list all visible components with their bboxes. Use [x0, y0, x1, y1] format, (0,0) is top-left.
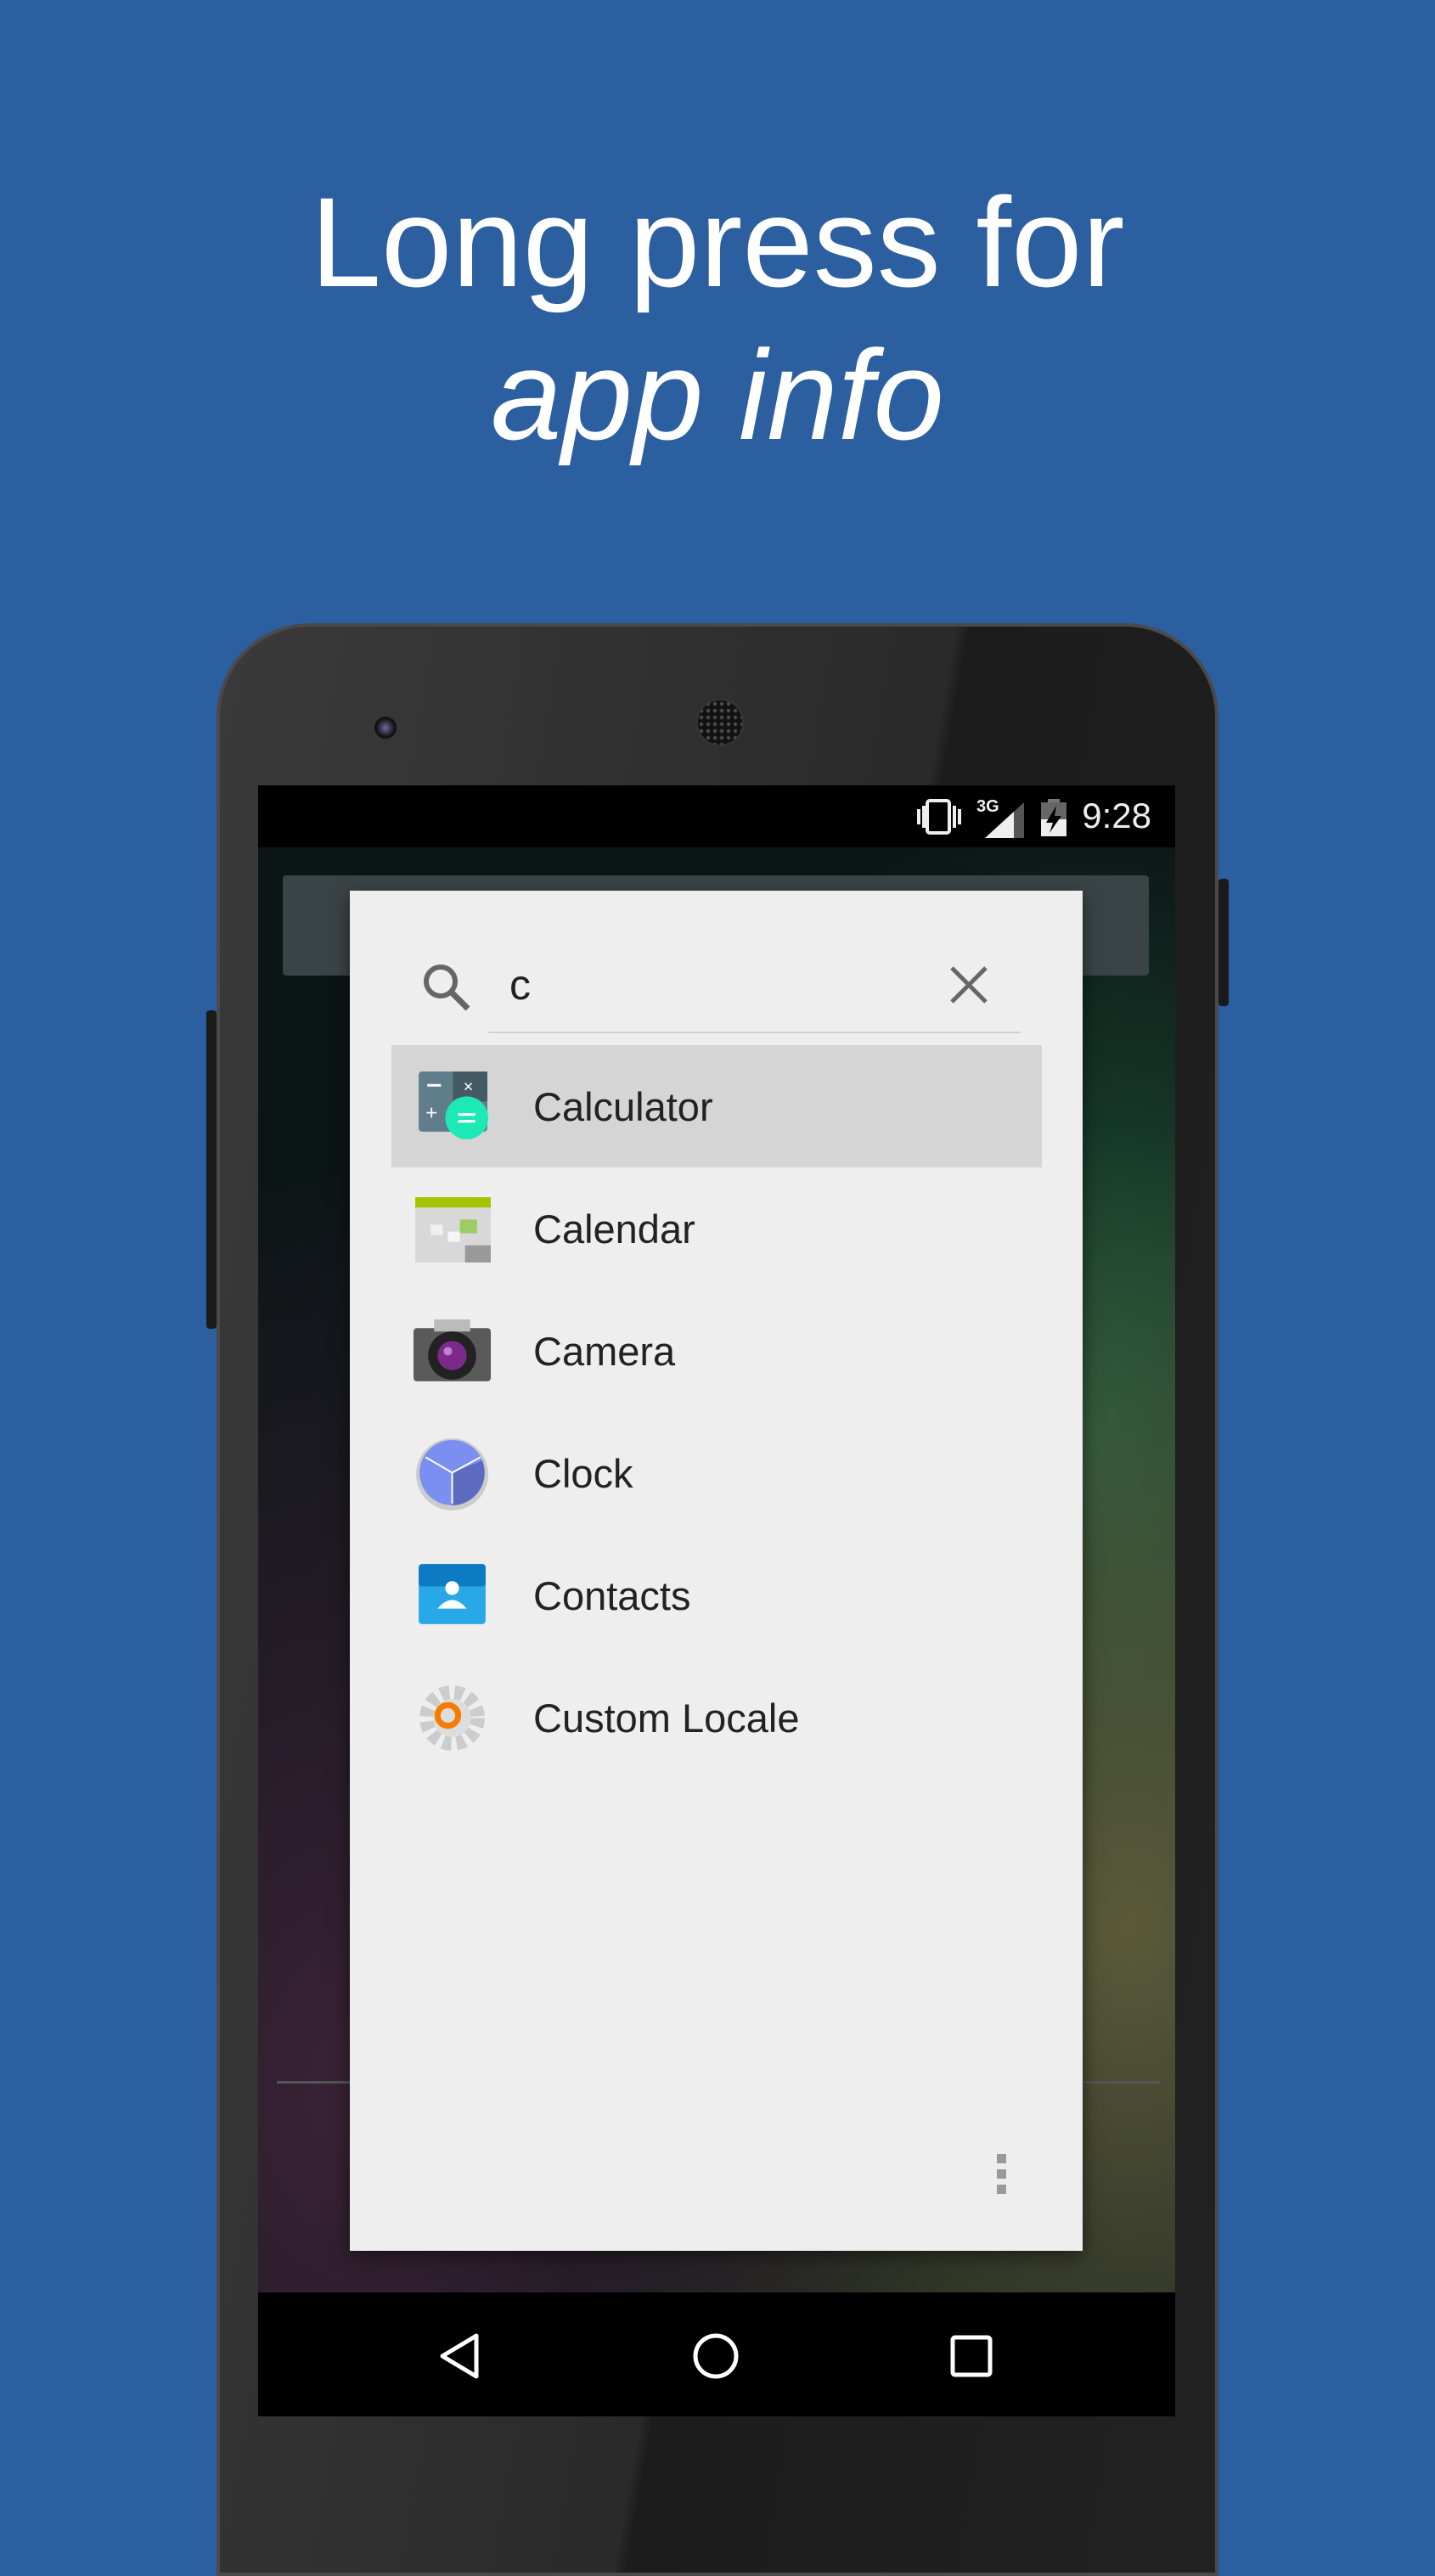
overflow-menu-icon[interactable] — [997, 2154, 1007, 2200]
headline-line1: Long press for — [310, 171, 1125, 313]
app-list: × + Calculator Calendar Camera Clock Cont… — [391, 1045, 1042, 1779]
list-item-calculator[interactable]: × + Calculator — [391, 1045, 1042, 1167]
status-time: 9:28 — [1082, 796, 1151, 835]
list-item-clock[interactable]: Clock — [391, 1412, 1042, 1534]
list-item-contacts[interactable]: Contacts — [391, 1534, 1042, 1656]
svg-text:×: × — [464, 1077, 474, 1096]
battery-charging-icon — [1041, 799, 1066, 836]
navigation-bar — [258, 2292, 1175, 2416]
vibrate-icon — [917, 799, 961, 835]
clock-icon — [416, 1437, 488, 1510]
search-input[interactable] — [509, 960, 934, 1010]
front-camera — [374, 717, 397, 739]
calendar-icon — [415, 1196, 491, 1263]
signal-icon — [985, 802, 1024, 838]
app-label: Calendar — [533, 1206, 695, 1251]
app-label: Clock — [533, 1450, 633, 1496]
app-label: Calculator — [533, 1083, 713, 1129]
camera-icon — [414, 1319, 491, 1381]
gear-icon — [419, 1685, 485, 1751]
power-button — [1218, 879, 1229, 1006]
list-item-custom-locale[interactable]: Custom Locale — [391, 1656, 1042, 1779]
recents-button[interactable] — [946, 2331, 997, 2382]
contacts-icon — [419, 1563, 486, 1624]
status-bar: 3G 9:28 — [258, 785, 1175, 847]
search-icon — [424, 965, 470, 1011]
svg-text:+: + — [425, 1101, 437, 1124]
earpiece-speaker — [695, 698, 745, 747]
volume-button — [206, 1010, 217, 1329]
search-underline — [488, 1032, 1021, 1033]
calculator-icon: ×+ — [419, 1071, 488, 1139]
headline-line2: app info — [491, 323, 944, 466]
back-button[interactable] — [436, 2331, 487, 2382]
list-item-camera[interactable]: Camera — [391, 1290, 1042, 1412]
clear-search-button[interactable] — [948, 964, 990, 1006]
app-label: Camera — [533, 1328, 676, 1374]
app-label: Custom Locale — [533, 1695, 800, 1741]
list-item-calendar[interactable]: Calendar — [391, 1167, 1042, 1290]
home-button[interactable] — [690, 2331, 741, 2382]
app-search-dialog: ×+ Calculator Calendar Camera Clock Cont… — [350, 891, 1083, 2251]
app-label: Contacts — [533, 1572, 691, 1618]
